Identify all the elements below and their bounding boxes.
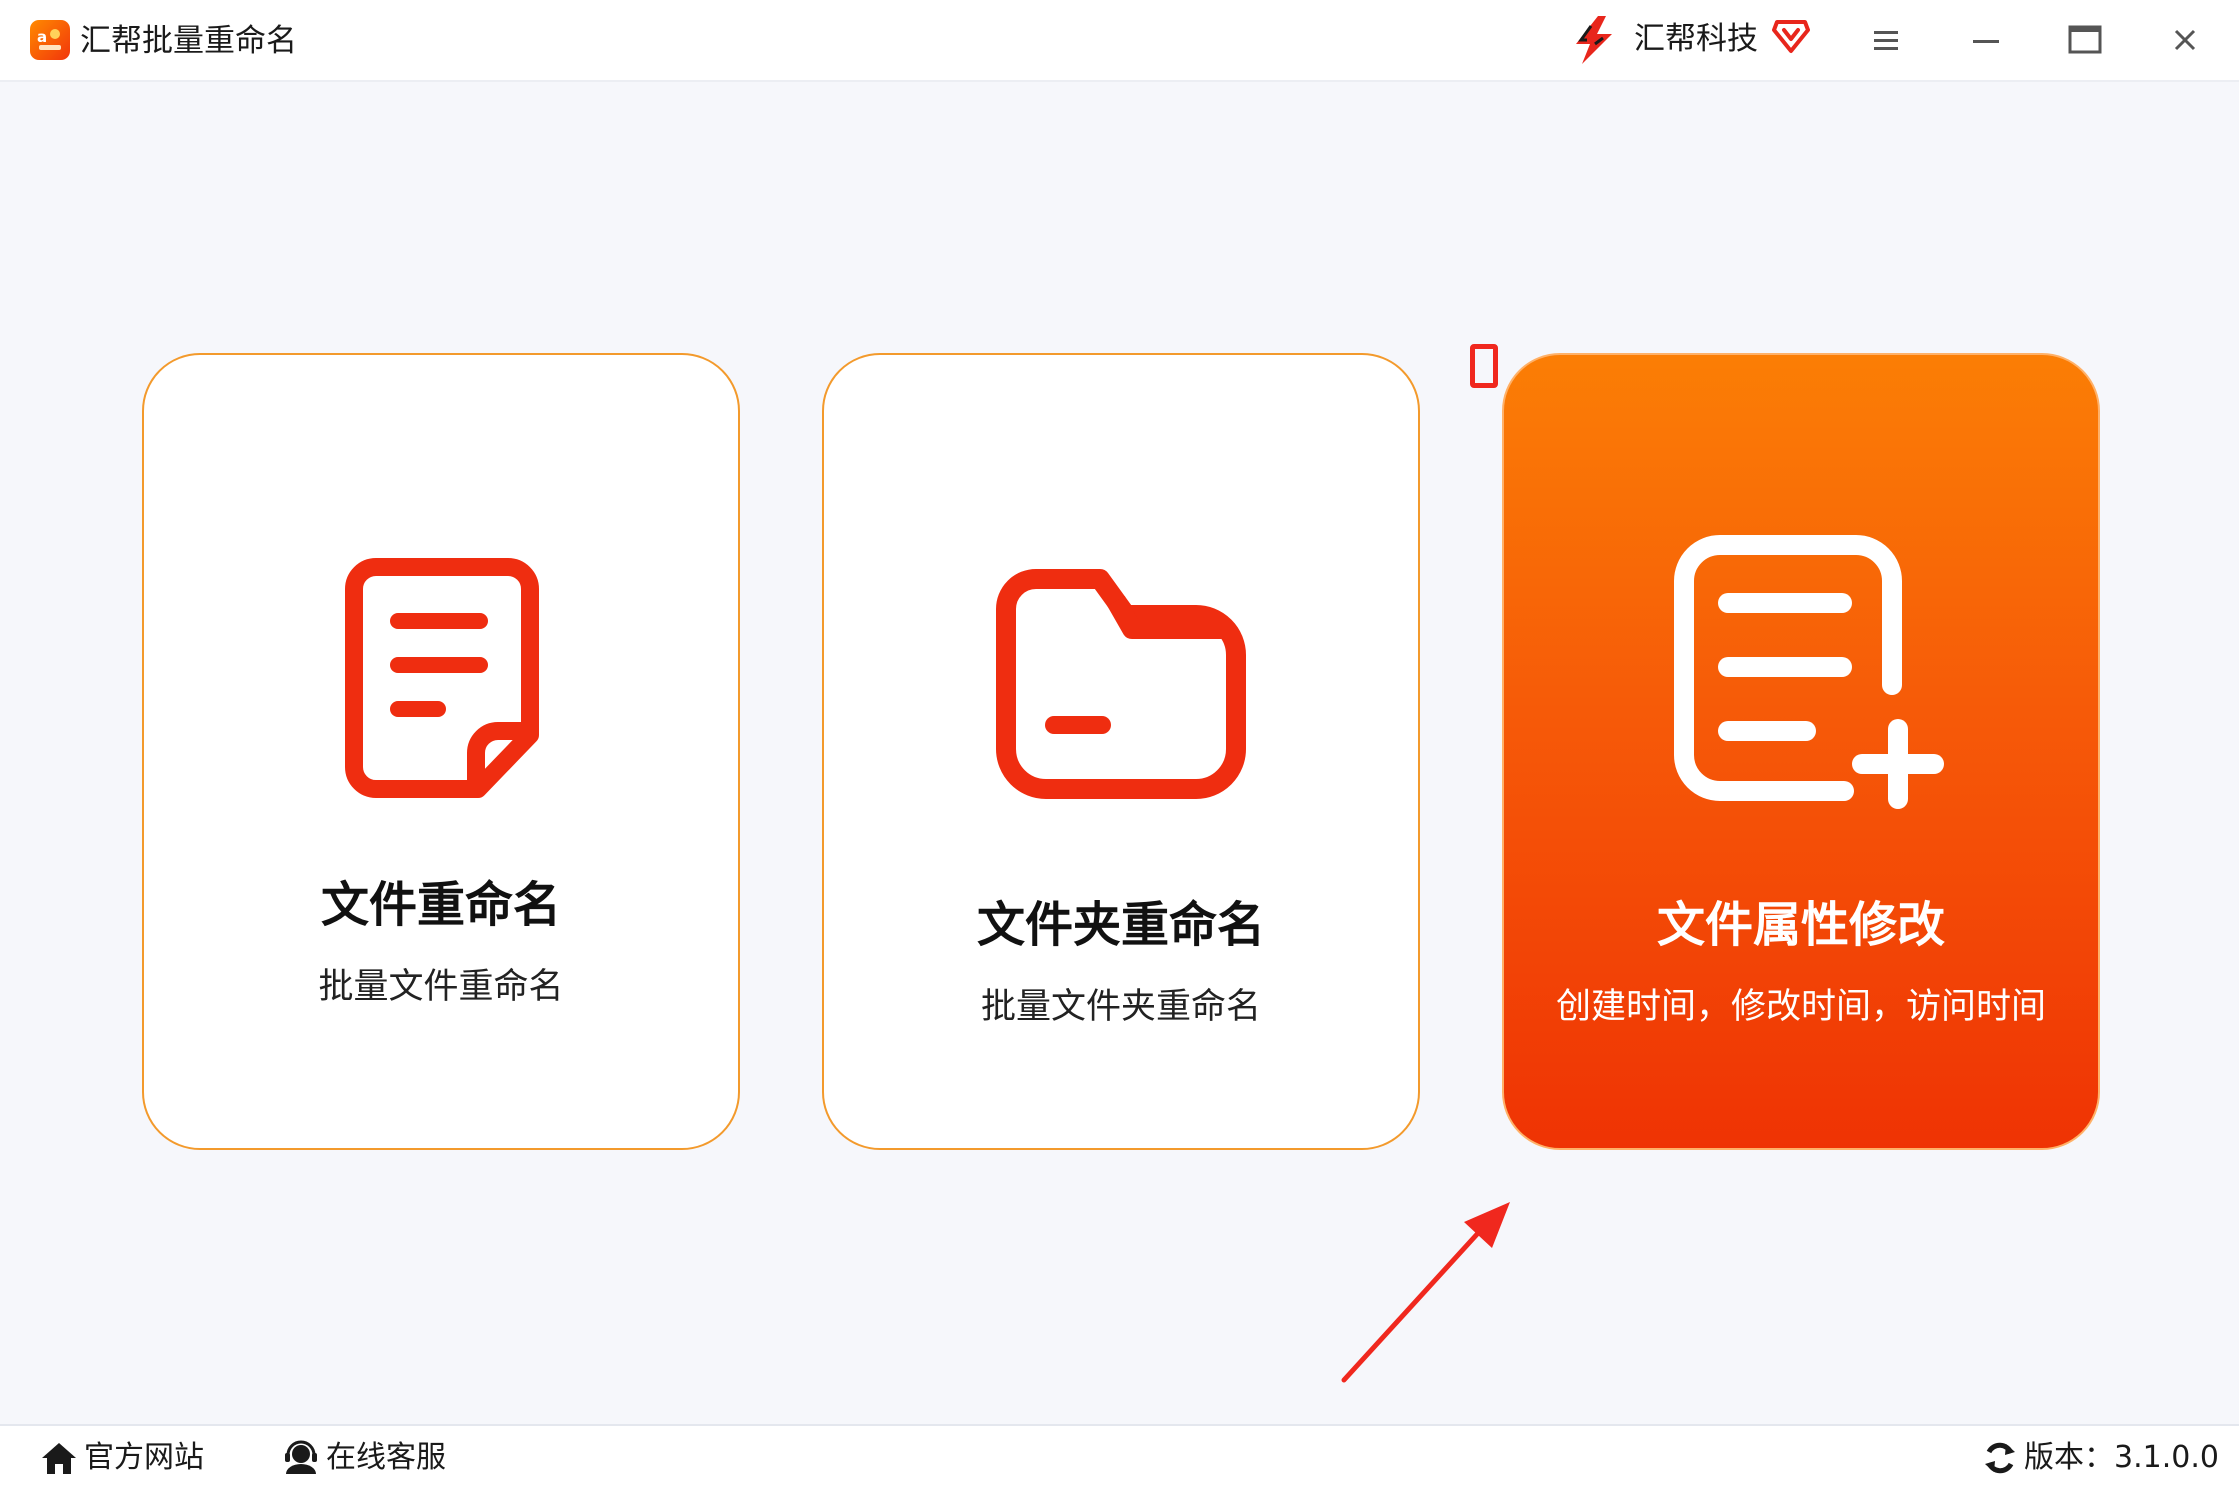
home-icon [42,1443,76,1474]
file-rename-card[interactable]: 文件重命名 批量文件重命名 [142,353,740,1150]
highlight-marker [1470,344,1498,388]
brand-name: 汇帮科技 [1634,21,1758,57]
card-subtitle: 批量文件夹重命名 [980,987,1261,1027]
refresh-icon [1985,1442,2015,1474]
app-window: a 汇帮批量重命名 汇帮科技 文件重命名 批量文件重命名 文件夹重命名 批量文件… [0,0,2239,1489]
svg-text:a: a [37,28,47,46]
official-site-label: 官方网站 [84,1440,204,1475]
title-bar: a 汇帮批量重命名 汇帮科技 [0,0,2239,82]
online-service-link[interactable]: 在线客服 [282,1438,446,1478]
customer-service-icon [285,1440,317,1474]
brand-logo-icon [1568,14,1620,66]
document-icon [338,555,548,809]
pointer-arrow-icon [1330,1190,1520,1390]
minimize-icon[interactable] [1959,16,2011,64]
status-bar: 官方网站 在线客服 版本：3.1.0.0 [0,1424,2239,1489]
card-subtitle: 批量文件重命名 [318,967,564,1007]
version-label: 版本：3.1.0.0 [2024,1440,2219,1475]
folder-rename-card[interactable]: 文件夹重命名 批量文件夹重命名 [822,353,1420,1150]
card-title: 文件夹重命名 [976,897,1265,953]
card-title: 文件重命名 [320,877,561,933]
app-title: 汇帮批量重命名 [80,23,297,59]
menu-icon[interactable] [1859,16,1911,64]
close-icon[interactable] [2159,16,2211,64]
app-logo-icon: a [30,20,70,60]
official-site-link[interactable]: 官方网站 [40,1438,204,1478]
version-info[interactable]: 版本：3.1.0.0 [1982,1438,2219,1478]
document-add-icon [1662,533,1962,837]
folder-icon [992,569,1252,813]
vip-badge-icon[interactable] [1772,18,1810,54]
online-service-label: 在线客服 [326,1440,446,1475]
card-subtitle: 创建时间，修改时间，访问时间 [1555,987,2046,1027]
maximize-icon[interactable] [2059,16,2111,64]
file-attribute-card[interactable]: 文件属性修改 创建时间，修改时间，访问时间 [1502,353,2100,1150]
card-title: 文件属性修改 [1656,897,1945,953]
